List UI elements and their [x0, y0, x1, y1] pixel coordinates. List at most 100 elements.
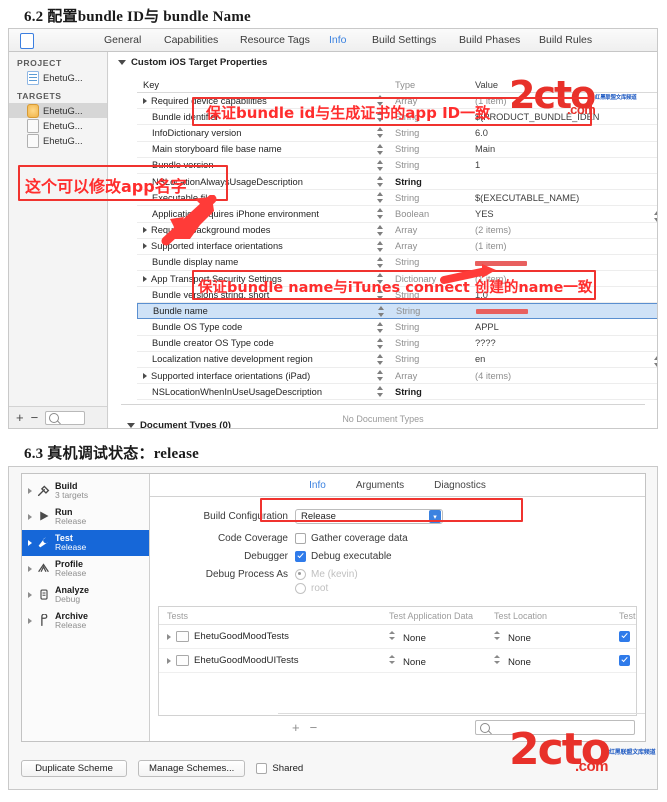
scheme-tab-info[interactable]: Info	[309, 480, 326, 491]
plist-row[interactable]: Bundle creator OS Type code String????	[137, 336, 657, 352]
test-name-cell[interactable]: EhetuGoodMoodUITests	[159, 655, 389, 666]
disclosure-triangle-icon[interactable]	[143, 243, 147, 250]
value-stepper-icon[interactable]	[654, 356, 657, 368]
remove-test-button[interactable]: −	[310, 720, 318, 735]
plist-key-cell[interactable]: Bundle display name	[137, 257, 365, 267]
shared-checkbox[interactable]	[256, 763, 268, 774]
plist-value-cell[interactable]: APPL	[475, 322, 657, 332]
plist-add-stepper[interactable]	[365, 208, 395, 220]
plist-add-stepper[interactable]	[365, 127, 395, 139]
duplicate-scheme-button[interactable]: Duplicate Scheme	[21, 760, 127, 777]
plist-key-cell[interactable]: Bundle name	[138, 306, 366, 316]
plist-key-cell[interactable]: Localization native development region	[137, 354, 365, 364]
plist-type-cell[interactable]: Array	[395, 241, 475, 251]
plist-add-stepper[interactable]	[365, 256, 395, 268]
scheme-action-profile[interactable]: Profile Release	[22, 556, 149, 582]
plist-key-cell[interactable]: Main storyboard file base name	[137, 144, 365, 154]
plist-row[interactable]: Bundle OS Type code String APPL	[137, 319, 657, 336]
scheme-action-test[interactable]: Test Release	[22, 530, 149, 556]
plist-add-stepper[interactable]	[365, 224, 395, 236]
disclosure-triangle-icon[interactable]	[143, 275, 147, 282]
plist-type-cell[interactable]: String	[395, 354, 475, 364]
target-item-tests[interactable]: EhetuG...	[9, 118, 107, 133]
test-enabled-cell[interactable]	[614, 655, 636, 666]
disclosure-triangle-icon[interactable]	[118, 60, 126, 65]
debug-executable-checkbox[interactable]	[295, 551, 306, 562]
plist-add-stepper[interactable]	[365, 386, 395, 398]
shared-checkbox-group[interactable]: Shared	[256, 763, 303, 774]
plist-type-cell[interactable]: Boolean	[395, 209, 475, 219]
plist-value-cell[interactable]: ????	[475, 338, 657, 348]
disclosure-triangle-icon[interactable]	[28, 540, 32, 546]
plist-add-stepper[interactable]	[365, 353, 395, 365]
navigator-search-input[interactable]	[45, 410, 86, 425]
custom-ios-target-properties-header[interactable]: Custom iOS Target Properties	[109, 52, 657, 72]
test-application-data-cell[interactable]: None	[389, 654, 494, 668]
disclosure-triangle-icon[interactable]	[143, 372, 147, 379]
disclosure-triangle-icon[interactable]	[28, 618, 32, 624]
tab-resource-tags[interactable]: Resource Tags	[240, 34, 310, 46]
tab-build-phases[interactable]: Build Phases	[459, 34, 520, 46]
debug-process-radio-root[interactable]	[295, 583, 306, 594]
plist-value-cell[interactable]: Main	[475, 144, 657, 154]
debug-process-radio-me[interactable]	[295, 569, 306, 580]
scheme-tab-diagnostics[interactable]: Diagnostics	[434, 480, 486, 491]
plist-type-cell[interactable]: Array	[395, 371, 475, 381]
scheme-action-archive[interactable]: Archive Release	[22, 608, 149, 634]
plist-row[interactable]: Localization native development region St…	[137, 352, 657, 368]
manage-schemes-button[interactable]: Manage Schemes...	[138, 760, 246, 777]
plist-row[interactable]: Supported interface orientations (iPad) A…	[137, 368, 657, 385]
tab-capabilities[interactable]: Capabilities	[164, 34, 218, 46]
plist-add-stepper[interactable]	[365, 143, 395, 155]
plist-type-cell[interactable]: String	[395, 338, 475, 348]
test-enabled-cell[interactable]	[614, 631, 636, 642]
scheme-action-analyze[interactable]: Analyze Debug	[22, 582, 149, 608]
plist-key-cell[interactable]: NSLocationWhenInUseUsageDescription	[137, 387, 365, 397]
plist-value-cell[interactable]: (2 items)	[475, 225, 657, 235]
plist-key-cell[interactable]: Bundle creator OS Type code	[137, 338, 365, 348]
disclosure-triangle-icon[interactable]	[28, 514, 32, 520]
plist-type-cell[interactable]: String	[395, 160, 475, 170]
tab-build-settings[interactable]: Build Settings	[372, 34, 436, 46]
gather-coverage-checkbox[interactable]	[295, 533, 306, 544]
plist-type-cell[interactable]: String	[395, 177, 475, 187]
table-row[interactable]: EhetuGoodMoodTests None None	[159, 625, 636, 649]
plist-type-cell[interactable]: String	[395, 193, 475, 203]
stepper-icon[interactable]	[389, 654, 396, 665]
disclosure-triangle-icon[interactable]	[167, 633, 171, 640]
plist-key-cell[interactable]: Supported interface orientations (iPad)	[137, 371, 365, 381]
plist-value-cell[interactable]: 6.0	[475, 128, 657, 138]
tab-general[interactable]: General	[104, 34, 141, 46]
stepper-icon[interactable]	[494, 630, 501, 641]
plist-value-cell[interactable]: (4 items)	[475, 371, 657, 381]
plist-value-cell[interactable]: en	[475, 354, 657, 368]
plist-add-stepper[interactable]	[365, 159, 395, 171]
test-application-data-cell[interactable]: None	[389, 630, 494, 644]
table-row[interactable]: EhetuGoodMoodUITests None None	[159, 649, 636, 673]
plist-value-cell[interactable]: (1 item)	[475, 241, 657, 251]
test-enabled-checkbox[interactable]	[619, 631, 630, 642]
tab-info[interactable]: Info	[329, 34, 347, 46]
plist-type-cell[interactable]: Array	[395, 225, 475, 235]
plist-type-cell[interactable]: String	[395, 144, 475, 154]
plist-add-stepper[interactable]	[365, 321, 395, 333]
plist-type-cell[interactable]: String	[396, 306, 476, 316]
test-location-cell[interactable]: None	[494, 654, 614, 668]
plist-key-cell[interactable]: Bundle OS Type code	[137, 322, 365, 332]
plist-key-cell[interactable]: InfoDictionary version	[137, 128, 365, 138]
disclosure-triangle-icon[interactable]	[28, 566, 32, 572]
test-location-cell[interactable]: None	[494, 630, 614, 644]
add-target-button[interactable]: +	[16, 411, 24, 424]
scheme-action-run[interactable]: Run Release	[22, 504, 149, 530]
plist-add-stepper[interactable]	[365, 337, 395, 349]
stepper-icon[interactable]	[389, 630, 396, 641]
scheme-tab-arguments[interactable]: Arguments	[356, 480, 404, 491]
plist-type-cell[interactable]: String	[395, 387, 475, 397]
project-item-ehetug[interactable]: EhetuG...	[9, 70, 107, 85]
plist-add-stepper[interactable]	[365, 176, 395, 188]
test-enabled-checkbox[interactable]	[619, 655, 630, 666]
plist-row[interactable]: Main storyboard file base name String Main	[137, 142, 657, 158]
tab-build-rules[interactable]: Build Rules	[539, 34, 592, 46]
plist-value-cell[interactable]: YES	[475, 209, 657, 222]
plist-row[interactable]: InfoDictionary version String 6.0	[137, 125, 657, 142]
